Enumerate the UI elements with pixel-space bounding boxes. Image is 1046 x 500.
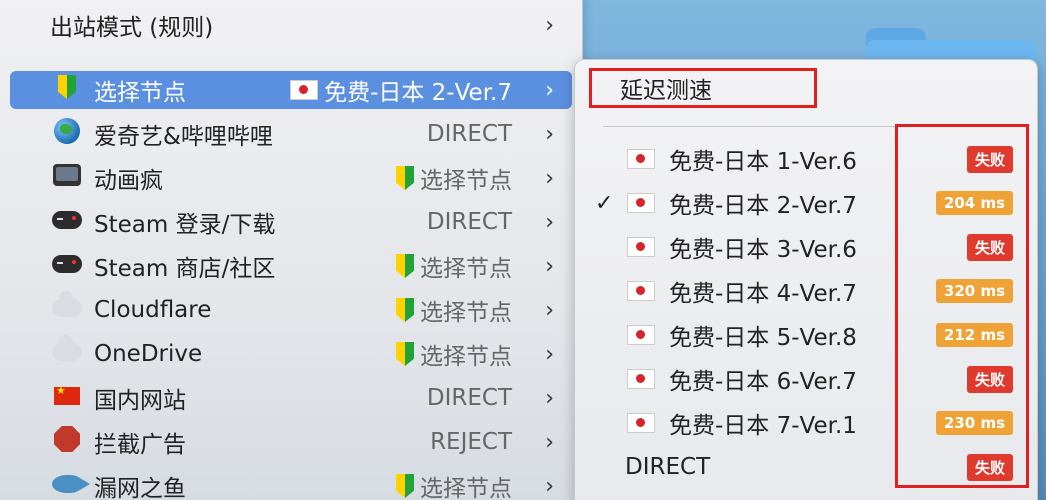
beginner-shield-icon: [396, 474, 414, 498]
menu-item-value-text: REJECT: [430, 429, 512, 455]
japan-flag-icon: [627, 237, 655, 257]
beginner-shield-icon: [396, 298, 414, 322]
proxy-menu: 出站模式 (规则) › 选择节点 免费-日本 2-Ver.7 › 爱奇艺&哔哩哔…: [0, 0, 583, 500]
stop-sign-icon: [50, 426, 84, 458]
beginner-shield-icon: [396, 342, 414, 366]
menu-item-value-text: 选择节点: [420, 168, 512, 194]
menu-item-value: 选择节点: [396, 337, 512, 371]
node-name: DIRECT: [625, 454, 711, 480]
menu-item-iqiyi-bilibili[interactable]: 爱奇艺&哔哩哔哩 DIRECT ›: [10, 115, 572, 153]
node-name: 免费-日本 2-Ver.7: [669, 193, 857, 219]
menu-item-label: Steam 登录/下载: [94, 212, 276, 238]
latency-test-label: 延迟测速: [620, 78, 712, 104]
menu-item-value-text: DIRECT: [426, 121, 512, 147]
chevron-right-icon: ›: [545, 429, 554, 455]
menu-item-steam-store[interactable]: Steam 商店/社区 选择节点 ›: [10, 247, 572, 285]
gamepad-icon: [50, 254, 84, 279]
menu-item-label: 选择节点: [94, 80, 186, 106]
checkmark-icon: ✓: [595, 190, 614, 216]
menu-item-value-text: DIRECT: [426, 209, 512, 235]
latency-test-button[interactable]: 延迟测速: [589, 68, 817, 108]
menu-item-steam-login[interactable]: Steam 登录/下载 DIRECT ›: [10, 203, 572, 241]
chevron-right-icon: ›: [545, 165, 554, 191]
chevron-right-icon: ›: [545, 121, 554, 147]
menu-item-value-text: DIRECT: [426, 385, 512, 411]
node-name: 免费-日本 7-Ver.1: [669, 413, 857, 439]
menu-item-final[interactable]: 漏网之鱼 选择节点 ›: [10, 467, 572, 500]
menu-item-label: 国内网站: [94, 388, 186, 414]
menu-item-label: 动画疯: [94, 168, 163, 194]
chevron-right-icon: ›: [545, 385, 554, 411]
menu-item-outbound-mode[interactable]: 出站模式 (规则) ›: [10, 6, 572, 44]
japan-flag-icon: [627, 281, 655, 301]
beginner-shield-icon: [396, 166, 414, 190]
cloud-lightning-icon: [50, 290, 84, 323]
node-name: 免费-日本 5-Ver.8: [669, 325, 857, 351]
japan-flag-icon: [290, 80, 319, 100]
menu-item-value: DIRECT: [427, 385, 512, 411]
menu-item-label: 拦截广告: [94, 432, 186, 458]
menu-item-label: 漏网之鱼: [94, 476, 186, 500]
japan-flag-icon: [627, 193, 655, 213]
menu-item-value-text: 选择节点: [420, 300, 512, 326]
menu-item-value-text: 选择节点: [420, 476, 512, 500]
menu-item-value: 选择节点: [396, 249, 512, 283]
china-flag-icon: [50, 384, 84, 411]
menu-item-label: Steam 商店/社区: [94, 256, 276, 282]
menu-item-onedrive[interactable]: OneDrive 选择节点 ›: [10, 334, 572, 373]
chevron-right-icon: ›: [545, 209, 554, 235]
menu-item-value: REJECT: [430, 429, 512, 455]
menu-item-value: DIRECT: [427, 121, 512, 147]
menu-item-value: 免费-日本 2-Ver.7: [290, 73, 512, 107]
tv-icon: [50, 164, 84, 192]
menu-item-value-text: 选择节点: [420, 256, 512, 282]
japan-flag-icon: [627, 413, 655, 433]
chevron-right-icon: ›: [545, 473, 554, 499]
japan-flag-icon: [627, 369, 655, 389]
menu-item-label: 出站模式 (规则): [50, 15, 214, 41]
beginner-shield-icon: [396, 254, 414, 278]
latency-highlight-box: [895, 124, 1029, 488]
beginner-shield-icon: [50, 75, 84, 105]
node-name: 免费-日本 4-Ver.7: [669, 281, 857, 307]
menu-item-value-text: 免费-日本 2-Ver.7: [324, 80, 512, 106]
menu-item-value: 选择节点: [396, 293, 512, 327]
japan-flag-icon: [627, 149, 655, 169]
menu-item-label: Cloudflare: [94, 297, 212, 323]
node-submenu: 延迟测速 免费-日本 1-Ver.6 失败 ✓ 免费-日本 2-Ver.7 20…: [574, 59, 1038, 500]
japan-flag-icon: [627, 325, 655, 345]
cloud-icon: [50, 334, 84, 367]
menu-item-value: 选择节点: [396, 469, 512, 500]
node-name: 免费-日本 3-Ver.6: [669, 237, 857, 263]
menu-item-animation[interactable]: 动画疯 选择节点 ›: [10, 159, 572, 197]
node-name: 免费-日本 1-Ver.6: [669, 149, 857, 175]
menu-item-value-text: 选择节点: [420, 344, 512, 370]
menu-item-label: OneDrive: [94, 341, 203, 367]
node-name: 免费-日本 6-Ver.7: [669, 369, 857, 395]
menu-item-value: 选择节点: [396, 161, 512, 195]
chevron-right-icon: ›: [545, 341, 554, 367]
menu-item-domestic-sites[interactable]: 国内网站 DIRECT ›: [10, 379, 572, 417]
menu-item-select-node[interactable]: 选择节点 免费-日本 2-Ver.7 ›: [10, 71, 572, 109]
menu-item-label: 爱奇艺&哔哩哔哩: [94, 124, 273, 150]
fish-icon: [50, 474, 90, 499]
menu-item-block-ads[interactable]: 拦截广告 REJECT ›: [10, 423, 572, 461]
globe-icon: [50, 118, 84, 150]
chevron-right-icon: ›: [545, 12, 554, 38]
chevron-right-icon: ›: [545, 77, 554, 103]
chevron-right-icon: ›: [545, 253, 554, 279]
chevron-right-icon: ›: [545, 297, 554, 323]
gamepad-icon: [50, 210, 84, 235]
menu-item-value: DIRECT: [427, 209, 512, 235]
menu-item-cloudflare[interactable]: Cloudflare 选择节点 ›: [10, 290, 572, 329]
